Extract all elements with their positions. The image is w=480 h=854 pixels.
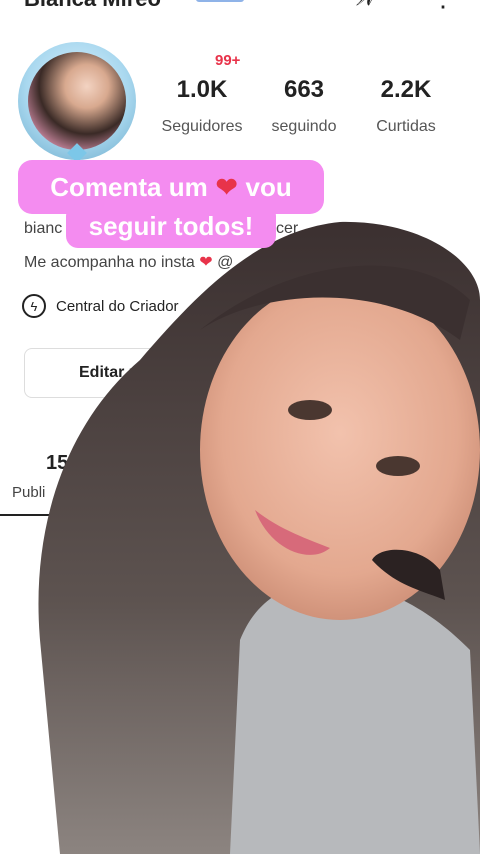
red-heart-icon: ❤ <box>215 171 238 202</box>
caption-line-2: seguir todos! <box>66 204 276 248</box>
caption-text-1: Comenta um <box>50 171 208 202</box>
right-eye <box>376 456 420 476</box>
person-selfie-overlay <box>38 221 480 854</box>
left-eye <box>288 400 332 420</box>
caption-text-1-end: vou <box>245 171 292 202</box>
